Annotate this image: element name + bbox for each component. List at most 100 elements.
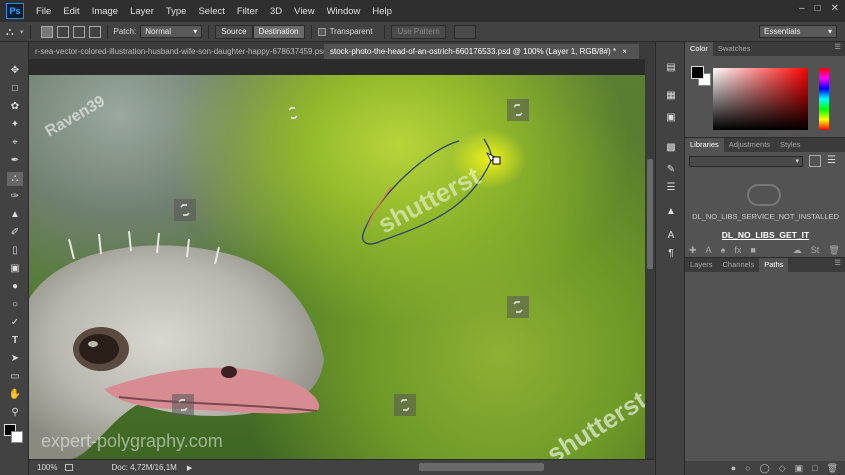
tab-layers[interactable]: Layers (685, 258, 718, 272)
export-icon[interactable] (65, 464, 74, 471)
tab-document-2[interactable]: stock-photo-the-head-of-an-ostrich-66017… (324, 44, 639, 59)
tab-color[interactable]: Color (685, 42, 713, 56)
lasso-tool-icon[interactable]: ✿ (7, 100, 23, 114)
menu-filter[interactable]: Filter (231, 6, 264, 17)
menu-edit[interactable]: Edit (57, 6, 85, 17)
new-path-icon[interactable]: □ (812, 463, 817, 473)
menu-3d[interactable]: 3D (264, 6, 288, 17)
zoom-tool-icon[interactable]: ⚲ (7, 406, 23, 420)
add-content-icon[interactable]: ✚ (689, 245, 697, 256)
crop-tool-icon[interactable]: ⌖ (7, 136, 23, 150)
clone-source-icon[interactable]: ▲ (665, 206, 677, 218)
grid-view-icon[interactable] (809, 155, 821, 167)
close-tab-icon[interactable]: × (622, 47, 627, 56)
tab-styles[interactable]: Styles (775, 138, 805, 152)
dodge-tool-icon[interactable]: ○ (7, 298, 23, 312)
color-field[interactable] (713, 68, 808, 130)
tab-swatches[interactable]: Swatches (713, 42, 756, 56)
stroke-path-icon[interactable]: ○ (745, 463, 750, 473)
trash-icon[interactable]: 🗑 (828, 245, 839, 256)
blur-tool-icon[interactable]: ● (7, 280, 23, 294)
type-tool-icon[interactable]: T (7, 334, 23, 348)
history-brush-tool-icon[interactable]: ✐ (7, 226, 23, 240)
eyedropper-tool-icon[interactable]: ✒ (7, 154, 23, 168)
stock-icon[interactable]: St (811, 245, 820, 256)
workspace-select[interactable]: Essentials ▾ (759, 25, 837, 38)
add-mask-icon[interactable]: ▣ (795, 463, 804, 474)
tab-libraries[interactable]: Libraries (685, 138, 724, 152)
path-selection-tool-icon[interactable]: ➤ (7, 352, 23, 366)
menu-help[interactable]: Help (366, 6, 398, 17)
status-menu-arrow-icon[interactable]: ▶ (187, 464, 192, 472)
library-select[interactable]: ▾ (689, 156, 803, 167)
libraries-panel: Libraries Adjustments Styles ▾ ☰ DL_NO_L… (685, 137, 845, 257)
menu-type[interactable]: Type (160, 6, 193, 17)
history-icon[interactable]: ▤ (665, 62, 677, 74)
delete-path-icon[interactable]: 🗑 (827, 463, 838, 474)
use-pattern-button[interactable]: Use Pattern (391, 24, 446, 39)
source-button[interactable]: Source (215, 24, 253, 39)
menu-window[interactable]: Window (321, 6, 367, 17)
pen-tool-icon[interactable]: ✓ (7, 316, 23, 330)
load-selection-icon[interactable]: ◯ (760, 463, 770, 474)
panel-menu-icon[interactable]: ☰ (834, 42, 845, 56)
tab-document-1[interactable]: r-sea-vector-colored-illustration-husban… (29, 44, 324, 59)
color-swatch-icon[interactable]: ■ (750, 245, 755, 256)
document-canvas[interactable]: Raven39 shutterst expert-polygraphy.com … (29, 59, 645, 459)
zoom-level[interactable]: 100% (37, 463, 57, 472)
marquee-tool-icon[interactable]: □ (7, 82, 23, 96)
panel-menu-icon[interactable]: ☰ (834, 258, 845, 272)
brush-panel-icon[interactable]: ☰ (665, 182, 677, 194)
pattern-picker[interactable] (453, 24, 476, 39)
minimize-icon[interactable]: – (799, 3, 805, 14)
layer-style-icon[interactable]: ♠ (721, 245, 726, 256)
hand-tool-icon[interactable]: ✋ (7, 388, 23, 402)
clone-stamp-tool-icon[interactable]: ▲ (7, 208, 23, 222)
vertical-scroll-thumb[interactable] (647, 159, 653, 269)
list-view-icon[interactable]: ☰ (827, 155, 839, 167)
color-fg-swatch[interactable] (691, 66, 704, 79)
intersect-selection-icon[interactable] (88, 25, 101, 38)
text-style-icon[interactable]: A (706, 245, 712, 256)
hue-slider[interactable] (819, 68, 829, 130)
menu-layer[interactable]: Layer (124, 6, 160, 17)
properties-icon[interactable]: ▦ (665, 90, 677, 102)
new-selection-icon[interactable] (40, 25, 53, 38)
transparent-checkbox[interactable] (317, 27, 326, 36)
patch-tool-icon[interactable]: ⛬ (6, 26, 18, 38)
maximize-icon[interactable]: □ (815, 3, 821, 14)
shape-tool-icon[interactable]: ▭ (7, 370, 23, 384)
info-icon[interactable]: ▣ (665, 112, 677, 124)
patch-mode-select[interactable]: Normal ▾ (140, 25, 203, 38)
patch-tool-icon[interactable]: ⛬ (7, 172, 23, 186)
fill-path-icon[interactable]: ● (731, 463, 736, 473)
subtract-selection-icon[interactable] (72, 25, 85, 38)
libraries-get-it-link[interactable]: DL_NO_LIBS_GET_IT (685, 230, 845, 240)
tab-paths[interactable]: Paths (759, 258, 789, 272)
make-work-path-icon[interactable]: ◇ (779, 463, 786, 474)
sync-icon[interactable]: ☁ (793, 245, 802, 256)
paragraph-icon[interactable]: ¶ (665, 248, 677, 260)
vertical-scrollbar[interactable] (645, 59, 655, 459)
menu-view[interactable]: View (288, 6, 320, 17)
move-tool-icon[interactable]: ✥ (7, 64, 23, 78)
fx-icon[interactable]: fx (734, 245, 741, 256)
brush-presets-icon[interactable]: ✎ (665, 164, 677, 176)
actions-icon[interactable]: ▩ (665, 142, 677, 154)
menu-file[interactable]: File (30, 6, 57, 17)
quick-selection-tool-icon[interactable]: ✦ (7, 118, 23, 132)
preset-dropdown-icon[interactable]: ▾ (20, 28, 24, 36)
tab-adjustments[interactable]: Adjustments (724, 138, 775, 152)
gradient-tool-icon[interactable]: ▣ (7, 262, 23, 276)
background-color-swatch[interactable] (11, 431, 23, 443)
destination-button[interactable]: Destination (252, 24, 305, 39)
tab-channels[interactable]: Channels (718, 258, 760, 272)
close-icon[interactable]: ✕ (831, 3, 839, 14)
character-icon[interactable]: A (665, 230, 677, 242)
brush-tool-icon[interactable]: ✑ (7, 190, 23, 204)
menu-select[interactable]: Select (192, 6, 230, 17)
eraser-tool-icon[interactable]: ▯ (7, 244, 23, 258)
menu-image[interactable]: Image (86, 6, 124, 17)
horizontal-scroll-thumb[interactable] (419, 463, 544, 471)
add-selection-icon[interactable] (56, 25, 69, 38)
